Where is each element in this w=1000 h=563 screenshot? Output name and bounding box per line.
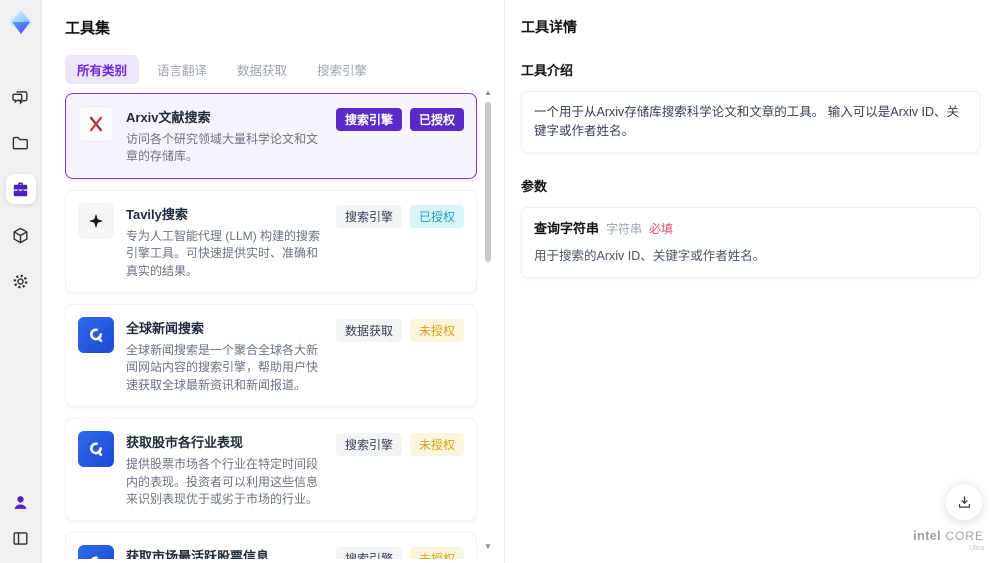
scrollbar-thumb[interactable] — [485, 102, 491, 262]
scroll-down-icon[interactable]: ▼ — [482, 542, 494, 552]
category-tab-3[interactable]: 搜索引擎 — [305, 55, 379, 84]
param-required-badge: 必填 — [649, 221, 674, 236]
tool-auth-badge: 未授权 — [409, 547, 464, 559]
tool-auth-badge: 未授权 — [409, 318, 464, 342]
tool-name: Arxiv文献搜索 — [126, 110, 211, 125]
tool-card[interactable]: 获取股市各行业表现 提供股票市场各个行业在特定时间段内的表现。投资者可以利用这些… — [65, 418, 477, 522]
arxiv-logo-icon — [78, 106, 114, 142]
tool-category-badge: 搜索引擎 — [335, 433, 402, 457]
tool-category-badge: 搜索引擎 — [335, 204, 402, 228]
sidebar — [0, 0, 42, 563]
tool-intro-box: 一个用于从Arxiv存储库搜索科学论文和文章的工具。 输入可以是Arxiv ID… — [521, 91, 980, 153]
param-description: 用于搜索的Arxiv ID、关键字或作者姓名。 — [534, 249, 766, 263]
toolbox-icon[interactable] — [5, 174, 36, 204]
tool-list: Arxiv文献搜索 访问各个研究领域大量科学论文和文章的存储库。 搜索引擎 已授… — [65, 93, 477, 559]
tool-category-badge: 搜索引擎 — [335, 547, 402, 559]
scroll-up-icon[interactable]: ▲ — [482, 88, 494, 98]
tool-auth-badge: 已授权 — [409, 204, 464, 228]
package-icon[interactable] — [6, 220, 36, 250]
tool-category-badge: 数据获取 — [335, 318, 402, 342]
swirl-logo-icon — [78, 316, 114, 353]
swirl-logo-icon — [78, 431, 114, 468]
tool-detail-panel: 工具详情 工具介绍 一个用于从Arxiv存储库搜索科学论文和文章的工具。 输入可… — [504, 0, 1000, 563]
download-icon — [958, 495, 970, 508]
page-title: 工具集 — [65, 20, 111, 37]
tool-card[interactable]: 获取市场最活跃股票信息 提供当天交易量最高的股票列表，投资者可以利用这些信息来识… — [65, 532, 477, 559]
swirl-logo-icon — [78, 545, 114, 559]
intel-core-logo: intel core Ultra — [913, 527, 984, 553]
param-box: 查询字符串 字符串 必填 用于搜索的Arxiv ID、关键字或作者姓名。 — [521, 206, 980, 278]
detail-title: 工具详情 — [521, 19, 577, 35]
folder-icon[interactable] — [6, 128, 36, 158]
tool-auth-badge: 已授权 — [409, 108, 464, 131]
chat-icon[interactable] — [6, 82, 36, 112]
tool-card[interactable]: 全球新闻搜索 全球新闻搜索是一个聚合全球各大新闻网站内容的搜索引擎，帮助用户快速… — [65, 303, 477, 408]
collapse-panel-icon[interactable] — [6, 523, 36, 553]
category-tab-0[interactable]: 所有类别 — [65, 55, 140, 84]
tool-name: 获取市场最活跃股票信息 — [126, 549, 270, 559]
tool-description: 专为人工智能代理 (LLM) 构建的搜索引擎工具。可快速提供实时、准确和真实的结… — [126, 228, 321, 278]
param-name: 查询字符串 — [534, 220, 600, 236]
brand-intel: intel — [913, 527, 941, 543]
download-button[interactable] — [945, 483, 983, 521]
params-heading: 参数 — [521, 178, 548, 194]
brand-sub: Ultra — [969, 545, 984, 553]
user-icon[interactable] — [6, 487, 36, 517]
tool-category-badge: 搜索引擎 — [335, 108, 402, 131]
tool-card[interactable]: Arxiv文献搜索 访问各个研究领域大量科学论文和文章的存储库。 搜索引擎 已授… — [65, 93, 477, 179]
app-logo-icon[interactable] — [7, 8, 35, 36]
tool-name: 全球新闻搜索 — [126, 320, 205, 336]
category-tab-2[interactable]: 数据获取 — [225, 55, 299, 84]
category-tab-1[interactable]: 语言翻译 — [145, 55, 219, 84]
brand-core: core — [945, 528, 984, 543]
intro-heading: 工具介绍 — [521, 63, 574, 78]
tool-name: 获取股市各行业表现 — [126, 435, 244, 451]
sparkle-icon — [78, 202, 114, 239]
tool-name: Tavily搜索 — [126, 206, 188, 222]
tool-description: 提供股票市场各个行业在特定时间段内的表现。投资者可以利用这些信息来识别表现优于或… — [126, 457, 319, 506]
settings-gear-icon[interactable] — [6, 266, 36, 296]
category-tabs: 所有类别 语言翻译 数据获取 搜索引擎 — [65, 55, 504, 84]
tool-auth-badge: 未授权 — [409, 433, 464, 457]
tool-collection-panel: 工具集 所有类别 语言翻译 数据获取 搜索引擎 Arxiv文献搜索 访问各个研究领域大… — [42, 0, 504, 563]
tool-description: 访问各个研究领域大量科学论文和文章的存储库。 — [126, 132, 319, 164]
tool-card[interactable]: Tavily搜索 专为人工智能代理 (LLM) 构建的搜索引擎工具。可快速提供实… — [65, 189, 477, 293]
param-type: 字符串 — [606, 221, 643, 236]
tool-description: 全球新闻搜索是一个聚合全球各大新闻网站内容的搜索引擎，帮助用户快速获取全球最新资… — [126, 342, 319, 392]
list-scrollbar[interactable]: ▲ ▼ — [482, 88, 494, 552]
